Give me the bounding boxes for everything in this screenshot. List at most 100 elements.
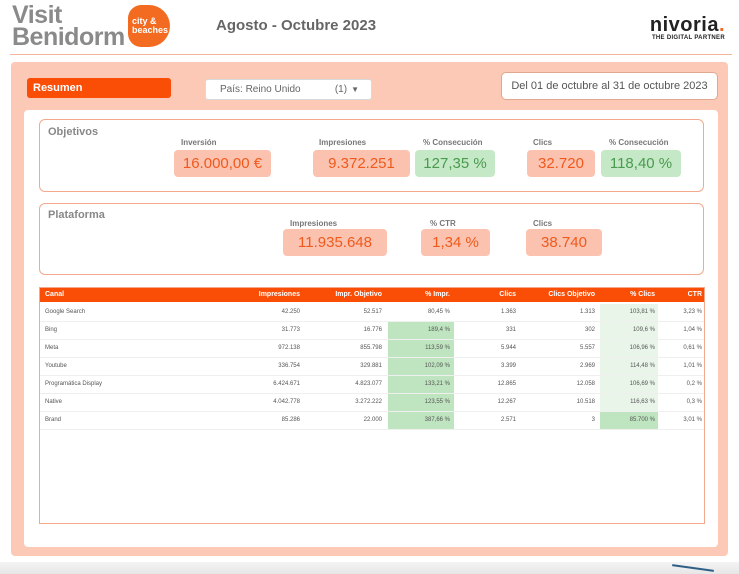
cell-pct-clics: 109,6 % xyxy=(632,327,655,333)
ctr-value: 1,34 % xyxy=(421,229,490,256)
date-range-selector[interactable]: Del 01 de octubre al 31 de octubre 2023 xyxy=(501,72,718,100)
cell-clics-objetivo: 5.557 xyxy=(579,345,595,351)
brand-name: nivoria xyxy=(649,14,719,36)
cell-pct-clics: 114,48 % xyxy=(630,363,655,369)
consecucion-impresiones-value: 127,35 % xyxy=(415,150,495,177)
table-row: Meta 972.138 855.798 113,59 % 5.944 5.55… xyxy=(40,340,704,358)
cell-impresiones: 85.286 xyxy=(281,417,300,423)
col-impr-objetivo[interactable]: Impr. Objetivo xyxy=(302,288,382,302)
inversion-value: 16.000,00 € xyxy=(174,150,271,177)
cell-clics-objetivo: 3 xyxy=(591,417,595,423)
clics-objetivo-label: Clics xyxy=(533,138,553,147)
cell-impr-objetivo: 329.881 xyxy=(360,363,382,369)
consecucion-impresiones-label: % Consecución xyxy=(423,138,483,147)
cell-impr-objetivo: 52.517 xyxy=(363,309,382,315)
cell-clics-objetivo: 1.313 xyxy=(579,309,595,315)
clics-objetivo-value: 32.720 xyxy=(527,150,595,177)
cell-clics: 3.399 xyxy=(500,363,516,369)
cell-canal: Youtube xyxy=(45,363,67,369)
cell-ctr: 1,01 % xyxy=(683,363,702,369)
cell-ctr: 1,04 % xyxy=(683,327,702,333)
country-filter-dropdown[interactable]: País: Reino Unido (1) ▼ xyxy=(205,79,372,100)
visit-benidorm-logo: Visit Benidorm xyxy=(12,3,125,51)
cell-pct-clics: 106,69 % xyxy=(629,381,655,387)
cell-impr-objetivo: 22.000 xyxy=(363,417,382,423)
cell-pct-clics: 85.700 % xyxy=(629,417,655,423)
cell-pct-impr: 189,4 % xyxy=(427,327,450,333)
nivoria-logo: nivoria. THE DIGITAL PARTNER xyxy=(650,15,725,41)
col-impresiones[interactable]: Impresiones xyxy=(220,288,300,302)
cell-clics-objetivo: 302 xyxy=(584,327,595,333)
cell-pct-impr: 387,66 % xyxy=(424,417,450,423)
header-divider xyxy=(10,54,732,55)
table-row: Bing 31.773 16.776 189,4 % 331 302 109,6… xyxy=(40,322,704,340)
col-pct-impr[interactable]: % Impr. xyxy=(390,288,450,302)
cell-ctr: 0,2 % xyxy=(686,381,702,387)
objetivos-title: Objetivos xyxy=(48,126,99,138)
table-row: Programática Display 6.424.671 4.823.077… xyxy=(40,376,704,394)
col-clics[interactable]: Clics xyxy=(456,288,516,302)
cell-clics-objetivo: 12.058 xyxy=(576,381,595,387)
cell-canal: Meta xyxy=(45,345,59,351)
plataforma-title: Plataforma xyxy=(48,209,105,221)
table-row: Brand 85.286 22.000 387,66 % 2.571 3 85.… xyxy=(40,412,704,430)
inversion-label: Inversión xyxy=(181,138,217,147)
cell-clics: 1.363 xyxy=(500,309,516,315)
consecucion-clics-label: % Consecución xyxy=(609,138,669,147)
cell-canal: Bing xyxy=(45,327,58,333)
col-pct-clics[interactable]: % Clics xyxy=(600,288,655,302)
cell-impresiones: 6.424.671 xyxy=(273,381,300,387)
cell-pct-impr: 80,45 % xyxy=(427,309,450,315)
clics-plataforma-value: 38.740 xyxy=(526,229,602,256)
consecucion-clics-value: 118,40 % xyxy=(601,150,681,177)
cell-clics: 12.865 xyxy=(497,381,516,387)
impresiones-objetivo-label: Impresiones xyxy=(319,138,367,147)
impresiones-plataforma-label: Impresiones xyxy=(290,219,338,228)
cell-pct-impr: 123,55 % xyxy=(424,399,450,405)
cell-clics: 5.944 xyxy=(500,345,516,351)
country-filter-label: País: Reino Unido xyxy=(220,84,301,95)
city-beaches-logo-badge: city & beaches xyxy=(128,5,170,47)
cell-canal: Programática Display xyxy=(45,381,103,387)
cell-clics: 2.571 xyxy=(500,417,516,423)
logo-text-benidorm: Benidorm xyxy=(12,23,125,51)
table-row: Native 4.042.778 3.272.222 123,55 % 12.2… xyxy=(40,394,704,412)
bottom-edge xyxy=(0,562,739,574)
cell-pct-impr: 113,59 % xyxy=(425,345,450,351)
cell-clics: 331 xyxy=(505,327,516,333)
badge-text-beaches: beaches xyxy=(132,25,169,35)
cell-clics-objetivo: 2.969 xyxy=(579,363,595,369)
report-header: Visit Benidorm city & beaches Agosto - O… xyxy=(0,0,739,56)
cell-pct-clics: 116,63 % xyxy=(630,399,655,405)
cell-impresiones: 31.773 xyxy=(281,327,300,333)
cell-pct-clics: 103,81 % xyxy=(629,309,655,315)
cell-clics: 12.267 xyxy=(497,399,516,405)
table-row: Google Search 42.250 52.517 80,45 % 1.36… xyxy=(40,304,704,322)
col-ctr[interactable]: CTR xyxy=(660,288,702,302)
col-clics-objetivo[interactable]: Clics Objetivo xyxy=(523,288,595,302)
impresiones-plataforma-value: 11.935.648 xyxy=(283,229,387,256)
cell-impr-objetivo: 3.272.222 xyxy=(355,399,382,405)
table-header-row: Canal Impresiones Impr. Objetivo % Impr.… xyxy=(40,288,704,302)
clics-plataforma-label: Clics xyxy=(533,219,553,228)
cell-canal: Brand xyxy=(45,417,62,423)
cell-ctr: 3,01 % xyxy=(683,417,702,423)
brand-dot: . xyxy=(718,14,725,36)
channel-table: Canal Impresiones Impr. Objetivo % Impr.… xyxy=(39,287,705,524)
summary-tab-button[interactable]: Resumen xyxy=(27,78,171,98)
cell-impr-objetivo: 16.776 xyxy=(363,327,382,333)
cell-pct-clics: 106,96 % xyxy=(629,345,655,351)
col-canal[interactable]: Canal xyxy=(45,288,64,302)
cell-impresiones: 42.250 xyxy=(281,309,300,315)
impresiones-objetivo-value: 9.372.251 xyxy=(313,150,410,177)
cell-pct-impr: 133,21 % xyxy=(424,381,450,387)
ctr-label: % CTR xyxy=(430,219,456,228)
table-row: Youtube 336.754 329.881 102,09 % 3.399 2… xyxy=(40,358,704,376)
cell-canal: Google Search xyxy=(45,309,86,315)
brand-tagline: THE DIGITAL PARTNER xyxy=(651,35,725,41)
cell-canal: Native xyxy=(45,399,63,405)
cell-pct-impr: 102,09 % xyxy=(424,363,450,369)
chevron-down-icon: ▼ xyxy=(351,85,359,94)
cell-ctr: 3,23 % xyxy=(683,309,702,315)
cell-impr-objetivo: 4.823.077 xyxy=(355,381,382,387)
